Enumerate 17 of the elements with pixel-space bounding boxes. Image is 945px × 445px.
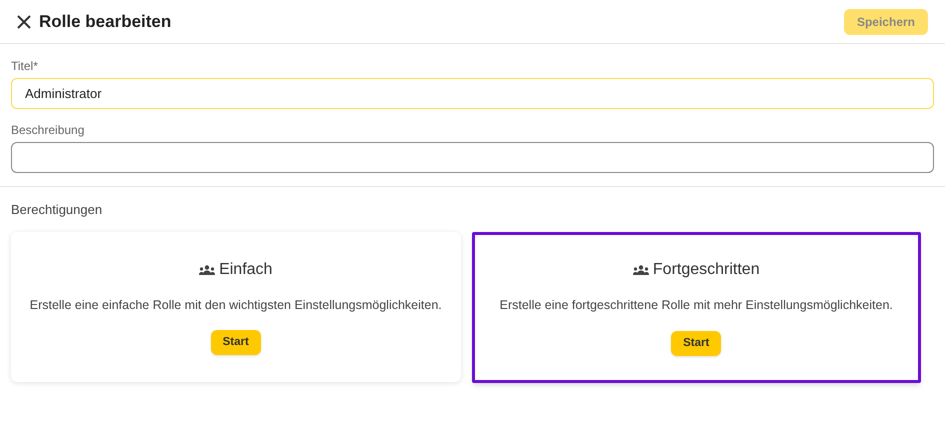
card-description: Erstelle eine einfache Rolle mit den wichtigsten Einstellungsmöglichkeiten. [30,296,442,314]
card-title: Einfach [219,260,272,280]
dialog-title: Rolle bearbeiten [39,10,172,33]
group-icon [199,264,216,275]
field-label: Beschreibung [11,122,86,139]
group-icon [632,265,649,276]
start-button[interactable]: Start [671,330,722,356]
start-button[interactable]: Start [210,330,261,356]
field-label: Titel* [11,58,39,75]
card-description: Erstelle eine fortgeschrittene Rolle mit mehr Einstellungsmöglichkeiten. [500,297,893,314]
section-heading: Berechtigungen [11,201,104,219]
option-card[interactable]: Einfach Erstelle eine einfache Rolle mit den wichtigsten Einstellungsmöglichkeiten. Start [11,232,460,382]
option-card[interactable]: Fortgeschritten Erstelle eine fortgeschrittene Rolle mit mehr Einstellungsmöglichkeiten. Start [472,232,921,382]
text-field[interactable]: Administrator [11,78,934,109]
card-title: Fortgeschritten [652,260,760,280]
close-icon[interactable] [16,14,32,30]
text-field[interactable] [11,142,934,173]
